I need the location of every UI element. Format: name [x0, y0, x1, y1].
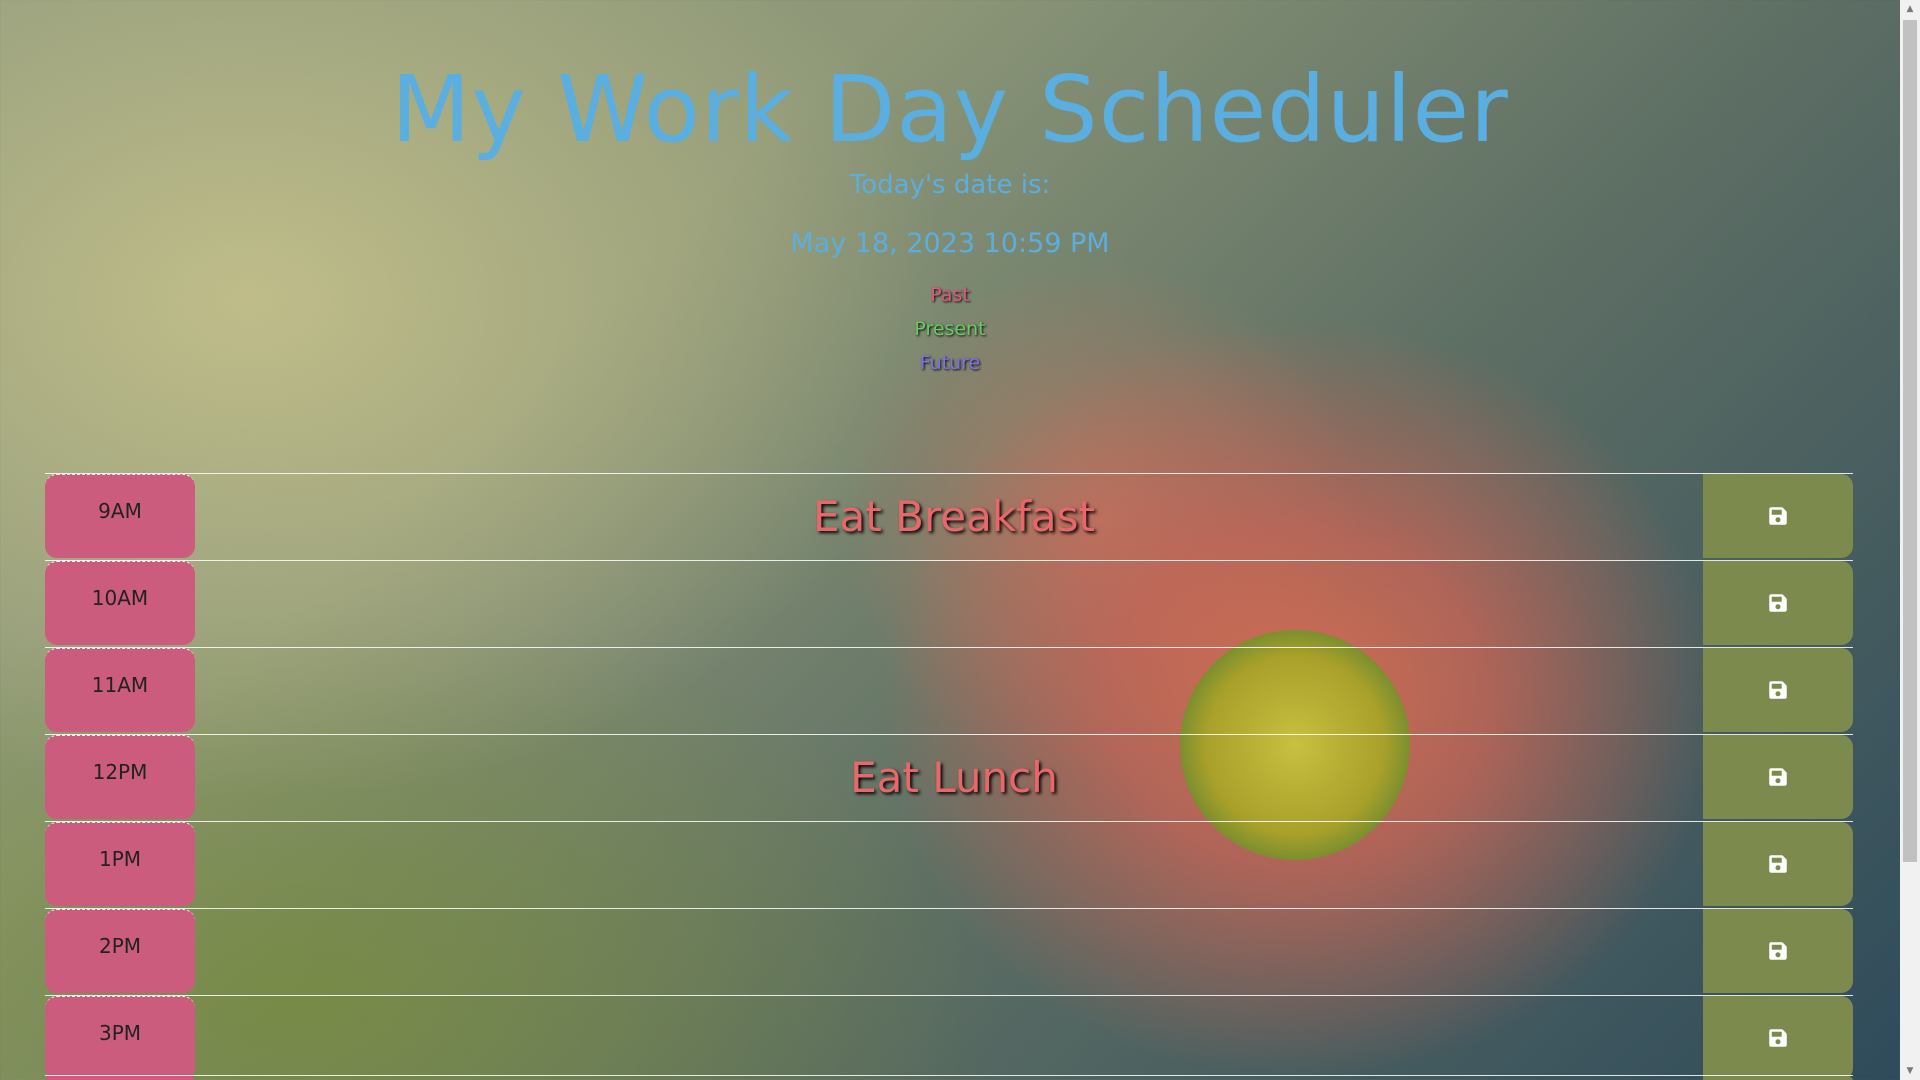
time-block-row: 1PM [45, 821, 1853, 906]
hour-label: 10AM [45, 561, 195, 645]
scrollbar-thumb[interactable] [1903, 20, 1917, 862]
save-button[interactable] [1703, 996, 1853, 1080]
save-button[interactable] [1703, 561, 1853, 645]
floppy-disk-icon [1769, 768, 1787, 786]
page-title: My Work Day Scheduler [391, 56, 1509, 163]
time-block-row: 12PM Eat Lunch [45, 734, 1853, 819]
time-block-row: 9AM Eat Breakfast [45, 473, 1853, 558]
save-button[interactable] [1703, 474, 1853, 558]
task-textarea[interactable]: Eat Breakfast [195, 474, 1703, 558]
task-textarea[interactable]: Eat Lunch [195, 735, 1703, 819]
date-label: Today's date is: [849, 170, 1051, 200]
save-button[interactable] [1703, 909, 1853, 993]
schedule-container: 9AM Eat Breakfast 10AM 11AM 12PM Eat Lun… [45, 473, 1853, 1080]
floppy-disk-icon [1769, 855, 1787, 873]
vertical-scrollbar[interactable]: ▲ ▼ [1900, 0, 1920, 1080]
time-block-row: 2PM [45, 908, 1853, 993]
save-button[interactable] [1703, 648, 1853, 732]
scroll-up-arrow-icon[interactable]: ▲ [1900, 0, 1920, 18]
current-date: May 18, 2023 10:59 PM [790, 228, 1110, 259]
hour-label: 9AM [45, 474, 195, 558]
hour-label: 1PM [45, 822, 195, 906]
legend-future: Future [919, 352, 981, 374]
hour-label: 11AM [45, 648, 195, 732]
save-button[interactable] [1703, 822, 1853, 906]
task-textarea[interactable] [195, 909, 1703, 993]
hour-label-partial [45, 1076, 195, 1080]
hour-label: 3PM [45, 996, 195, 1080]
task-textarea[interactable] [195, 561, 1703, 645]
hour-label: 2PM [45, 909, 195, 993]
time-block-row: 3PM [45, 995, 1853, 1080]
legend-past: Past [930, 284, 970, 306]
task-textarea[interactable] [195, 996, 1703, 1080]
time-block-row: 10AM [45, 560, 1853, 645]
scroll-down-arrow-icon[interactable]: ▼ [1900, 1062, 1920, 1080]
floppy-disk-icon [1769, 507, 1787, 525]
task-textarea[interactable] [195, 822, 1703, 906]
task-textarea[interactable] [195, 648, 1703, 732]
floppy-disk-icon [1769, 942, 1787, 960]
save-button[interactable] [1703, 735, 1853, 819]
floppy-disk-icon [1769, 594, 1787, 612]
time-block-row: 11AM [45, 647, 1853, 732]
legend-present: Present [914, 318, 986, 340]
floppy-disk-icon [1769, 1029, 1787, 1047]
time-block-row-partial [45, 1075, 1853, 1080]
save-button-partial[interactable] [1703, 1076, 1853, 1080]
floppy-disk-icon [1769, 681, 1787, 699]
hour-label: 12PM [45, 735, 195, 819]
